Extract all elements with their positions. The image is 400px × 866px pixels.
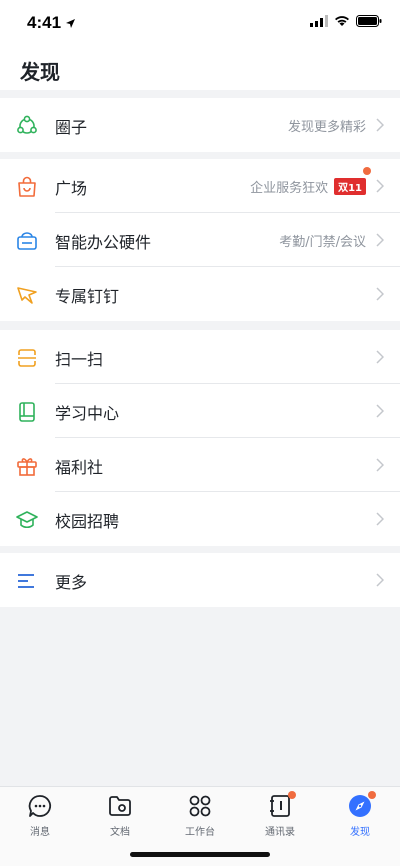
tab-messages[interactable]: 消息 [0, 793, 80, 843]
notification-dot [363, 167, 371, 175]
notification-dot [288, 791, 296, 799]
wifi-icon [335, 16, 349, 26]
book-icon [19, 402, 35, 422]
list-item-label: 智能办公硬件 [55, 233, 152, 252]
list-item-subtitle: 发现更多精彩 [287, 120, 366, 135]
list-item-exclusive-ding[interactable]: 专属钉钉 [0, 267, 400, 321]
list-item-scan[interactable]: 扫一扫 [0, 330, 400, 384]
chevron-right-icon [376, 350, 384, 364]
list-item-welfare[interactable]: 福利社 [0, 438, 400, 492]
graduation-cap-icon [16, 511, 38, 529]
scan-icon [18, 349, 36, 367]
list-item-subtitle: 企业服务狂欢 双11 [250, 177, 366, 196]
device-icon [17, 232, 37, 250]
status-time: 4:41 [27, 13, 76, 33]
battery-icon [356, 15, 382, 27]
notification-dot [368, 791, 376, 799]
shopping-bag-icon [18, 176, 36, 197]
message-icon [28, 795, 52, 817]
workbench-icon [189, 795, 211, 817]
tab-label: 文档 [110, 827, 130, 838]
tab-discover[interactable]: 发现 [320, 791, 400, 843]
chevron-right-icon [376, 573, 384, 587]
chevron-right-icon [376, 179, 384, 193]
nav-header: 发现 [0, 46, 400, 90]
chevron-right-icon [376, 404, 384, 418]
list-item-label: 圈子 [55, 118, 88, 137]
list-item-label: 校园招聘 [55, 512, 120, 531]
chevron-right-icon [376, 287, 384, 301]
list-item-more[interactable]: 更多 [0, 553, 400, 607]
list-item-label: 专属钉钉 [55, 287, 120, 306]
tab-contacts[interactable]: 通讯录 [240, 791, 320, 843]
group-circle: 圈子 发现更多精彩 [0, 98, 400, 152]
status-bar: 4:41 [0, 0, 400, 46]
chevron-right-icon [376, 512, 384, 526]
chevron-right-icon [376, 233, 384, 247]
home-indicator [130, 852, 270, 857]
document-icon [109, 796, 131, 816]
status-indicators [310, 15, 382, 27]
list-item-label: 学习中心 [55, 404, 120, 423]
tab-label: 工作台 [185, 827, 215, 838]
ding-icon [17, 287, 37, 304]
list-item-campus-recruitment[interactable]: 校园招聘 [0, 492, 400, 546]
list-item-subtitle: 考勤/门禁/会议 [279, 235, 366, 250]
list-item-label: 福利社 [55, 458, 104, 477]
circle-network-icon [17, 115, 37, 134]
group-tools: 扫一扫 学习中心 福利社 校园招聘 [0, 330, 400, 546]
group-services: 广场 企业服务狂欢 双11 智能办公硬件 考勤/门禁/会议 专属钉钉 [0, 159, 400, 321]
list-item-circle[interactable]: 圈子 发现更多精彩 [0, 98, 400, 152]
tab-documents[interactable]: 文档 [80, 793, 160, 843]
list-item-learning-center[interactable]: 学习中心 [0, 384, 400, 438]
location-arrow-icon [66, 18, 76, 28]
more-lines-icon [18, 574, 34, 588]
list-item-label: 更多 [55, 573, 88, 592]
tab-workbench[interactable]: 工作台 [160, 793, 240, 843]
signal-icon [310, 15, 328, 27]
tab-label: 消息 [30, 827, 50, 838]
tab-label: 发现 [350, 827, 370, 838]
list-item-smart-hardware[interactable]: 智能办公硬件 考勤/门禁/会议 [0, 213, 400, 267]
time-text: 4:41 [27, 13, 62, 32]
list-item-label: 扫一扫 [55, 350, 104, 369]
chevron-right-icon [376, 118, 384, 132]
promo-badge: 双11 [334, 178, 366, 195]
chevron-right-icon [376, 458, 384, 472]
group-more: 更多 [0, 553, 400, 607]
page-title: 发现 [20, 60, 60, 84]
gift-icon [17, 458, 37, 476]
list-item-label: 广场 [55, 179, 88, 198]
list-item-plaza[interactable]: 广场 企业服务狂欢 双11 [0, 159, 400, 213]
tab-label: 通讯录 [265, 827, 295, 838]
